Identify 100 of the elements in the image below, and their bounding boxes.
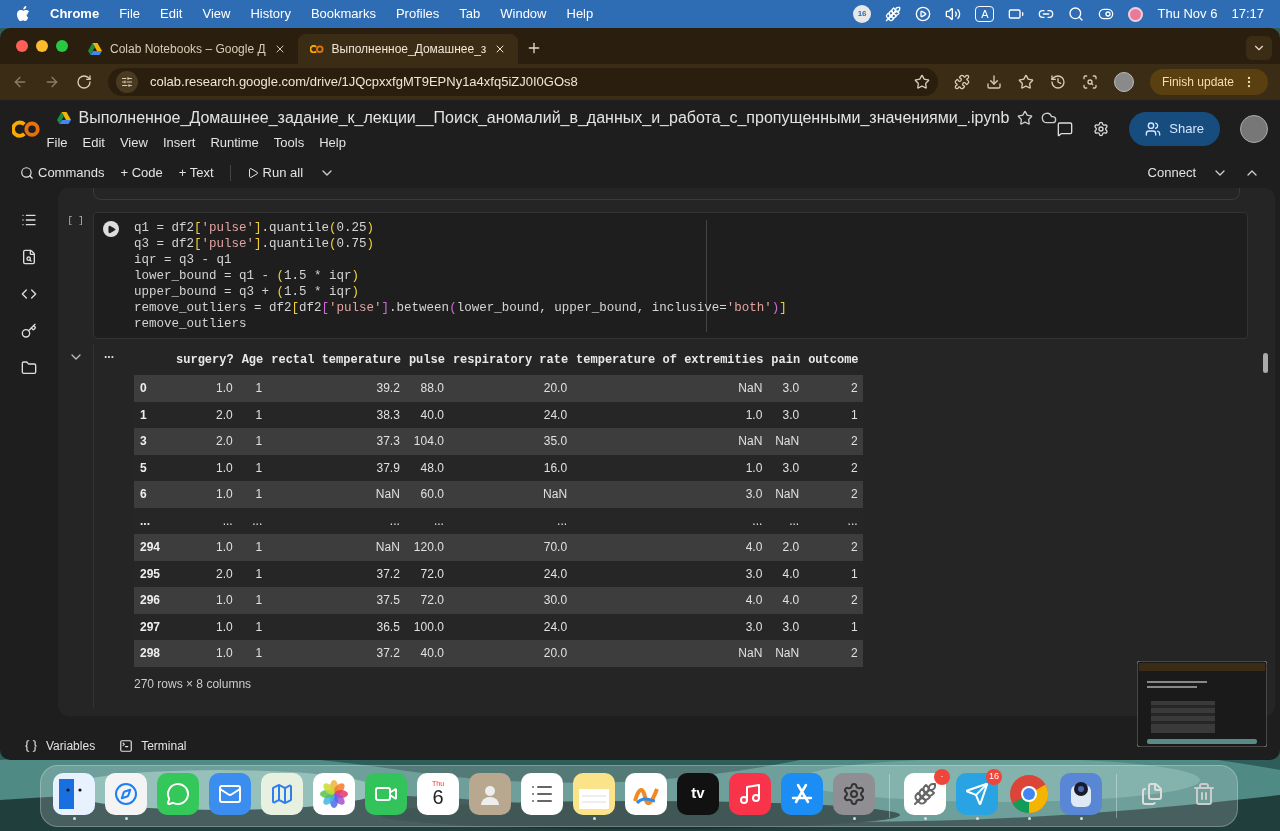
notebook-title[interactable]: Выполненное_Домашнее_задание_к_лекции__Поиск_аномалий_в_данных_и_работа_с_пропущенными_значениями_.ipynb [78,105,1010,130]
tab-list-button[interactable] [1246,36,1272,60]
table-cell: NaN [448,481,573,508]
play-icon[interactable] [915,6,932,22]
table-cell: ... [237,507,268,534]
minimize-window-button[interactable] [36,40,48,52]
flower-icon[interactable] [313,772,355,815]
table-cell: 39.2 [267,375,405,402]
braces-icon [24,739,38,753]
apple-logo-icon[interactable] [16,6,30,22]
compass-icon[interactable] [105,772,147,815]
key-icon[interactable] [21,323,37,339]
battery-icon[interactable] [1008,6,1025,22]
run-all-button[interactable]: Run all [246,163,304,183]
chat-bubble-icon[interactable] [157,772,199,815]
column-header: surgery? [172,345,238,375]
menu-item[interactable]: File [119,4,141,24]
envelope-icon[interactable] [209,772,251,815]
folder-icon[interactable] [21,360,37,376]
menu-item[interactable]: Window [500,4,547,24]
menu-item[interactable]: View [202,4,231,24]
table-cell: 1 [237,613,268,640]
input-source-indicator[interactable]: A [975,6,995,22]
table-cell: 3.0 [767,613,805,640]
site-settings-icon[interactable] [116,71,138,93]
finish-update-button[interactable]: Finish update [1149,69,1268,95]
menu-item[interactable]: Bookmarks [310,4,376,24]
list-icon[interactable] [521,772,563,815]
back-icon[interactable] [12,74,28,90]
screenshot-thumbnail[interactable] [1137,661,1267,747]
menu-item[interactable]: Runtime [210,132,259,153]
run-cell-button[interactable] [103,221,119,237]
reload-icon[interactable] [76,74,92,90]
share-button[interactable]: Share [1129,112,1220,146]
volume-icon[interactable] [945,6,962,22]
star-list-icon[interactable] [1018,74,1035,90]
table-cell: 2 [804,481,863,508]
menu-item[interactable]: View [119,132,148,153]
paper-plane-icon[interactable] [956,772,998,815]
tv-app-icon[interactable]: tv [677,772,719,815]
menu-item[interactable]: Help [566,4,594,24]
menu-item[interactable]: Tools [273,132,305,153]
table-cell: 40.0 [404,401,449,428]
browser-tab[interactable]: Выполненное_Домашнее_з [297,34,519,64]
table-cell: 2.0 [172,428,238,455]
menu-item[interactable]: Edit [82,132,105,153]
bookmark-star-icon[interactable] [914,74,931,90]
address-field[interactable]: colab.research.google.com/drive/1JQcpxxfgMT9EPNy1a4xfq5iZJ0I0GOs8 [108,68,939,96]
table-cell: 37.2 [267,640,405,667]
menu-item[interactable]: Tab [459,4,481,24]
table-cell: 1 [237,560,268,587]
maximize-window-button[interactable] [56,40,68,52]
toggle-icon[interactable] [1098,6,1115,22]
extensions-icon[interactable] [954,74,971,90]
map-icon[interactable] [261,772,303,815]
code-icon[interactable] [21,286,37,302]
menu-item[interactable]: Edit [160,4,183,24]
menu-item[interactable]: Profiles [395,4,440,24]
video-camera-icon[interactable] [365,772,407,815]
forward-icon[interactable] [44,74,60,90]
table-cell: 1.0 [572,454,768,481]
avatar[interactable] [1114,72,1134,92]
table-of-contents-icon[interactable] [21,212,37,228]
lens-icon[interactable] [1060,772,1102,815]
history-icon[interactable] [1050,74,1067,90]
variables-button[interactable]: Variables [24,737,96,755]
terminal-button[interactable]: Terminal [119,737,187,755]
contact-card-icon[interactable] [469,772,511,815]
download-icon[interactable] [986,74,1003,90]
app-store-icon[interactable] [781,772,823,815]
add-text-button[interactable]: + Text [178,163,214,183]
wheat-icon[interactable] [885,6,902,22]
add-code-button[interactable]: + Code [120,163,163,183]
finder-icon[interactable] [53,772,95,815]
user-avatar[interactable] [1240,115,1268,143]
commands-button[interactable]: Commands [20,163,105,183]
music-note-icon[interactable] [729,772,771,815]
gear-icon[interactable] [833,772,875,815]
app-menu[interactable]: Chrome [50,4,100,24]
browser-tab[interactable]: Colab Notebooks – Google Д [76,34,298,64]
settings-icon[interactable] [1093,121,1110,137]
scribble-icon[interactable] [625,772,667,815]
close-window-button[interactable] [16,40,28,52]
table-cell: 2 [804,640,863,667]
menu-item[interactable]: Help [319,132,346,153]
find-icon[interactable] [21,249,37,265]
scan-icon[interactable] [1082,74,1099,90]
search-icon[interactable] [1068,6,1085,22]
row-index: 297 [134,613,173,640]
connect-button[interactable]: Connect [1147,163,1196,183]
table-cell: 3.0 [572,613,768,640]
comment-icon[interactable] [1057,121,1074,137]
notepad-icon[interactable] [573,772,615,815]
menu-item[interactable]: History [250,4,291,24]
star-icon[interactable] [1017,109,1034,126]
output-menu[interactable]: ... [104,345,114,363]
menu-item[interactable]: Insert [162,132,196,153]
chrome-ball-icon[interactable] [1008,772,1050,815]
table-cell: NaN [767,481,805,508]
menu-item[interactable]: File [46,132,68,153]
